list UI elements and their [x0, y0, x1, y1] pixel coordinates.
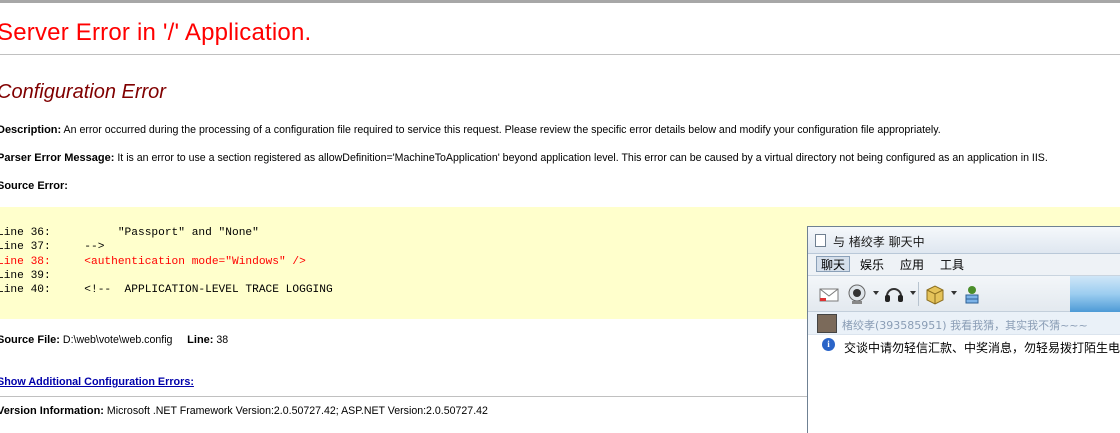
security-notice: 交谈中请勿轻信汇款、中奖消息，勿轻易拨打陌生电 [844, 341, 1120, 355]
chat-toolbar [808, 276, 1120, 312]
menu-tools[interactable]: 工具 [936, 257, 968, 273]
file-transfer-icon[interactable] [924, 283, 946, 305]
parser-error-text: It is an error to use a section register… [117, 152, 1048, 164]
window-icon [815, 234, 826, 247]
source-line: Line 36: "Passport" and "None" [0, 227, 259, 239]
remote-assist-icon[interactable] [961, 283, 983, 305]
chat-window-title: 与 楮绞孝 聊天中 [833, 235, 925, 249]
avatar[interactable] [817, 314, 837, 333]
source-file-row: Source File: D:\web\vote\web.config Line… [0, 334, 228, 346]
parser-error-label: Parser Error Message: [0, 152, 115, 164]
page-title: Server Error in '/' Application. [0, 19, 312, 46]
chat-titlebar[interactable]: 与 楮绞孝 聊天中 [808, 227, 1120, 254]
top-border [0, 0, 1120, 3]
webcam-dropdown-icon[interactable] [873, 291, 879, 295]
version-row: Version Information: Microsoft .NET Fram… [0, 405, 488, 417]
description-label: Description: [0, 124, 62, 136]
ad-banner[interactable] [1070, 276, 1120, 312]
info-icon: i [822, 338, 835, 351]
source-line-highlighted: Line 38: <authentication mode="Windows" … [0, 256, 306, 268]
file-transfer-dropdown-icon[interactable] [951, 291, 957, 295]
toolbar-separator [918, 282, 919, 306]
menu-apps[interactable]: 应用 [896, 257, 928, 273]
show-additional-errors-link[interactable]: Show Additional Configuration Errors: [0, 376, 194, 388]
description-row: Description: An error occurred during th… [0, 124, 941, 136]
title-divider [0, 54, 1120, 55]
menu-chat[interactable]: 聊天 [816, 256, 851, 272]
chat-menu-bar: 聊天 娱乐 应用 工具 [808, 254, 1120, 276]
line-value: 38 [216, 334, 229, 346]
source-line: Line 40: <!-- APPLICATION-LEVEL TRACE LO… [0, 284, 333, 296]
headset-icon[interactable] [883, 283, 905, 305]
chat-window[interactable]: 与 楮绞孝 聊天中 聊天 娱乐 应用 工具 楮绞孝(393585951) 我看我… [807, 226, 1120, 433]
chat-notice-area: i 交谈中请勿轻信汇款、中奖消息，勿轻易拨打陌生电 [808, 335, 1120, 433]
error-subtitle: Configuration Error [0, 81, 166, 103]
source-line: Line 39: [0, 270, 51, 282]
source-line: Line 37: --> [0, 241, 105, 253]
line-label: Line: [187, 334, 214, 346]
headset-dropdown-icon[interactable] [910, 291, 916, 295]
menu-entertainment[interactable]: 娱乐 [856, 257, 888, 273]
description-text: An error occurred during the processing … [63, 124, 941, 136]
chat-message-preview: 楮绞孝(393585951) 我看我猜，其实我不猜~~~ [842, 319, 1088, 332]
version-text: Microsoft .NET Framework Version:2.0.507… [106, 405, 488, 417]
chat-message-row: 楮绞孝(393585951) 我看我猜，其实我不猜~~~ [808, 312, 1120, 335]
version-label: Version Information: [0, 405, 104, 417]
source-error-label: Source Error: [0, 180, 68, 192]
source-error-heading: Source Error: [0, 180, 68, 192]
source-file-value: D:\web\vote\web.config [62, 334, 173, 346]
version-divider [0, 396, 808, 397]
parser-error-row: Parser Error Message: It is an error to … [0, 152, 1048, 164]
webcam-icon[interactable] [846, 283, 868, 305]
source-file-label: Source File: [0, 334, 60, 346]
mail-icon[interactable] [818, 283, 840, 305]
